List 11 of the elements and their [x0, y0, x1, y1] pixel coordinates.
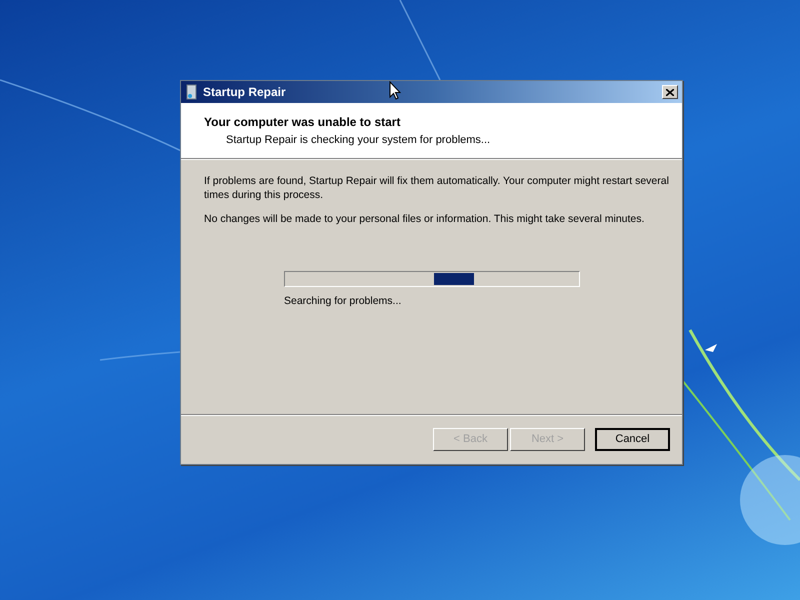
header-subtitle: Startup Repair is checking your system for problems... [225, 133, 492, 148]
app-icon [185, 84, 199, 100]
close-button[interactable] [662, 85, 678, 99]
instruction-text: If problems are found, Startup Repair will fix them automatically. Your computer might restart several times during this process. [204, 174, 670, 202]
cursor-icon [389, 81, 401, 100]
header-title: Your computer was unable to start [204, 114, 402, 131]
close-icon [666, 88, 674, 96]
status-text: Searching for problems... [284, 294, 402, 309]
instruction-text: No changes will be made to your personal files or information. This might take several minutes. [204, 212, 646, 226]
dialog-button[interactable]: Cancel [595, 428, 670, 451]
window-title: Startup Repair [203, 84, 286, 101]
